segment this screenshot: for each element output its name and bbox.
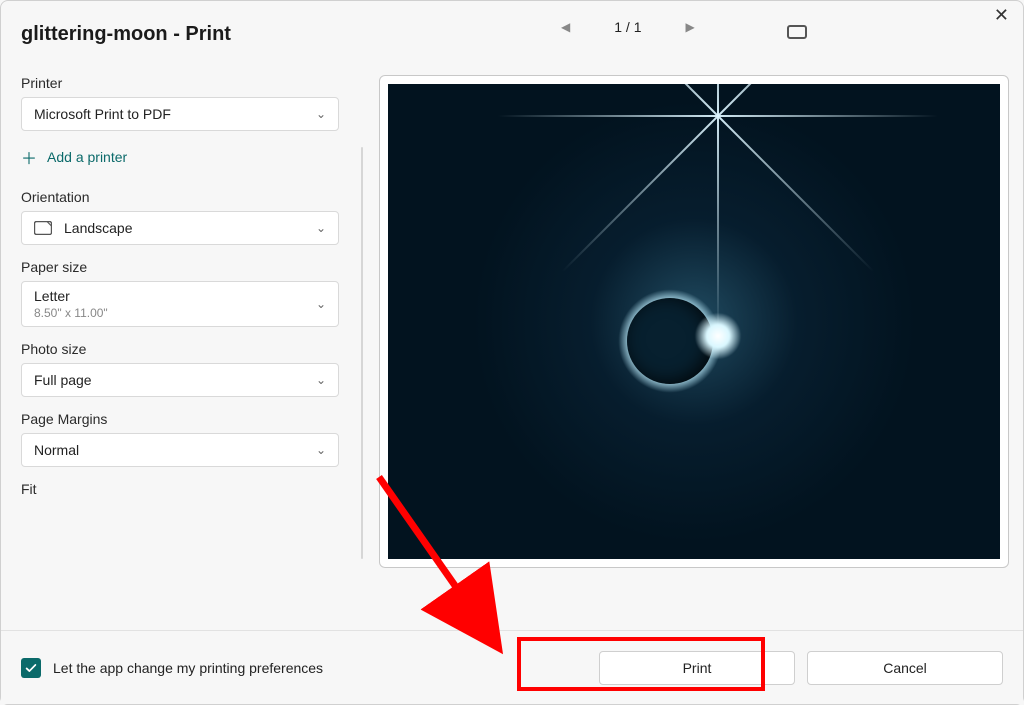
printer-value: Microsoft Print to PDF — [34, 106, 171, 122]
photosize-label: Photo size — [21, 341, 341, 357]
chevron-down-icon: ⌄ — [316, 373, 326, 387]
page-prev-icon[interactable]: ◀ — [561, 20, 570, 34]
photosize-select[interactable]: Full page ⌄ — [21, 363, 339, 397]
plus-icon: ＋ — [21, 145, 37, 169]
printer-label: Printer — [21, 75, 341, 91]
dialog-title: glittering-moon - Print — [21, 23, 231, 46]
cancel-button[interactable]: Cancel — [807, 651, 1003, 685]
margins-value: Normal — [34, 442, 79, 458]
page-count: 1 / 1 — [614, 19, 641, 35]
fit-label: Fit — [21, 481, 341, 497]
landscape-icon — [34, 221, 52, 235]
preferences-checkbox[interactable] — [21, 658, 41, 678]
scroll-indicator[interactable] — [361, 147, 363, 559]
fullscreen-icon[interactable] — [787, 25, 807, 39]
papersize-select[interactable]: Letter 8.50" x 11.00" ⌄ — [21, 281, 339, 327]
add-printer-link[interactable]: ＋ Add a printer — [21, 145, 341, 169]
orientation-label: Orientation — [21, 189, 341, 205]
chevron-down-icon: ⌄ — [316, 443, 326, 457]
orientation-value: Landscape — [64, 220, 133, 236]
chevron-down-icon: ⌄ — [316, 297, 326, 311]
papersize-label: Paper size — [21, 259, 341, 275]
chevron-down-icon: ⌄ — [316, 107, 326, 121]
papersize-sub: 8.50" x 11.00" — [34, 306, 108, 320]
print-preview — [379, 75, 1009, 568]
margins-label: Page Margins — [21, 411, 341, 427]
printer-select[interactable]: Microsoft Print to PDF ⌄ — [21, 97, 339, 131]
close-icon[interactable]: ✕ — [994, 5, 1009, 26]
print-button[interactable]: Print — [599, 651, 795, 685]
papersize-value: Letter — [34, 288, 108, 304]
preferences-label: Let the app change my printing preferenc… — [53, 660, 587, 676]
page-next-icon[interactable]: ▶ — [685, 20, 694, 34]
add-printer-label: Add a printer — [47, 149, 127, 165]
preview-image — [388, 84, 1000, 559]
chevron-down-icon: ⌄ — [316, 221, 326, 235]
orientation-select[interactable]: Landscape ⌄ — [21, 211, 339, 245]
photosize-value: Full page — [34, 372, 92, 388]
margins-select[interactable]: Normal ⌄ — [21, 433, 339, 467]
